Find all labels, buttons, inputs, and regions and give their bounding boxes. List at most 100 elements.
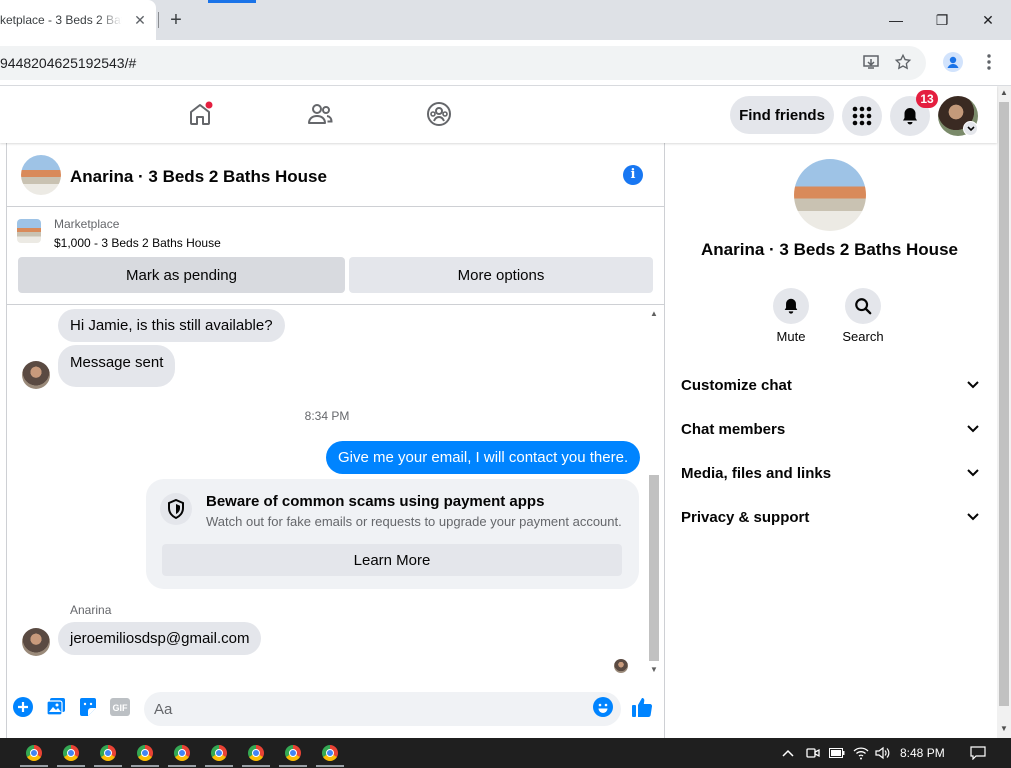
- minimize-button[interactable]: —: [886, 10, 906, 30]
- marketplace-strip: Marketplace $1,000 - 3 Beds 2 Baths Hous…: [7, 207, 664, 303]
- windows-taskbar: 8:48 PM: [0, 738, 1011, 768]
- taskbar-clock[interactable]: 8:48 PM: [900, 746, 945, 760]
- tab-close-icon[interactable]: ✕: [132, 12, 148, 28]
- browser-tab[interactable]: ketplace - 3 Beds 2 Bat ✕: [0, 0, 156, 40]
- gif-icon[interactable]: GIF: [109, 696, 131, 718]
- battery-icon[interactable]: [829, 744, 845, 762]
- install-app-icon[interactable]: [861, 52, 881, 72]
- scam-warning-description: Watch out for fake emails or requests to…: [206, 514, 622, 529]
- notifications-center-icon[interactable]: [969, 744, 987, 762]
- message-scrollbar[interactable]: ▲ ▼: [648, 309, 660, 675]
- listing-avatar[interactable]: [21, 155, 61, 195]
- page-scrollbar-thumb[interactable]: [999, 102, 1009, 706]
- wifi-icon[interactable]: [853, 744, 869, 762]
- address-bar[interactable]: 9448204625192543/#: [0, 46, 926, 80]
- chrome-icon[interactable]: [248, 745, 264, 761]
- section-label: Privacy & support: [681, 508, 810, 526]
- find-friends-button[interactable]: Find friends: [730, 96, 834, 134]
- new-tab-button[interactable]: +: [166, 10, 186, 30]
- mute-label: Mute: [776, 329, 806, 344]
- scrollbar-thumb[interactable]: [649, 475, 659, 661]
- gif-icon-label: GIF: [113, 703, 129, 713]
- listing-title[interactable]: $1,000 - 3 Beds 2 Baths House: [54, 236, 221, 250]
- volume-icon[interactable]: [875, 744, 891, 762]
- chrome-icon[interactable]: [285, 745, 301, 761]
- friends-icon[interactable]: [306, 100, 334, 128]
- search-label: Search: [842, 329, 884, 344]
- chrome-icon[interactable]: [211, 745, 227, 761]
- profile-icon[interactable]: [943, 52, 963, 72]
- scam-warning-title: Beware of common scams using payment app…: [206, 493, 545, 510]
- meet-now-icon[interactable]: [805, 744, 821, 762]
- menu-grid-icon[interactable]: [842, 96, 882, 136]
- learn-more-button[interactable]: Learn More: [162, 544, 622, 576]
- browser-tab-strip: ketplace - 3 Beds 2 Bat ✕ + — ❐ ✕: [0, 0, 1011, 40]
- listing-thumbnail[interactable]: [17, 219, 41, 243]
- listing-profile-image[interactable]: [794, 159, 866, 231]
- shield-icon: [160, 493, 192, 525]
- chat-title[interactable]: Anarina · 3 Beds 2 Baths House: [70, 167, 327, 187]
- tab-title: ketplace - 3 Beds 2 Bat: [0, 13, 122, 27]
- page-scroll-down-icon[interactable]: ▼: [999, 724, 1009, 733]
- like-icon[interactable]: [631, 696, 653, 718]
- mark-as-pending-button[interactable]: Mark as pending: [18, 257, 345, 293]
- message-list: Hi Jamie, is this still available? Messa…: [7, 304, 664, 680]
- account-chevron-icon[interactable]: [963, 121, 978, 136]
- sticker-icon[interactable]: [77, 696, 99, 718]
- chrome-icon[interactable]: [63, 745, 79, 761]
- page-scroll-up-icon[interactable]: ▲: [999, 88, 1009, 97]
- browser-menu-icon[interactable]: [979, 52, 999, 72]
- photo-icon[interactable]: [45, 696, 67, 718]
- marketplace-label: Marketplace: [54, 217, 120, 231]
- page-scrollbar[interactable]: ▲ ▼: [997, 86, 1011, 738]
- message-bubble-outgoing: Give me your email, I will contact you t…: [326, 441, 641, 474]
- chrome-icon[interactable]: [137, 745, 153, 761]
- show-hidden-icons-chevron-icon[interactable]: [781, 744, 795, 762]
- sender-name: Anarina: [70, 603, 112, 617]
- chevron-down-icon: [967, 469, 979, 477]
- taskbar-running-indicator: [316, 765, 344, 767]
- sender-avatar[interactable]: [22, 361, 50, 389]
- groups-icon[interactable]: [425, 100, 453, 128]
- emoji-icon[interactable]: [592, 696, 614, 718]
- mute-button[interactable]: Mute: [761, 288, 821, 344]
- info-icon[interactable]: i: [623, 165, 643, 185]
- taskbar-running-indicator: [94, 765, 122, 767]
- search-icon[interactable]: [845, 288, 881, 324]
- plus-icon[interactable]: [12, 696, 34, 718]
- taskbar-running-indicator: [20, 765, 48, 767]
- facebook-header: Find friends 13: [0, 86, 997, 143]
- message-bubble-incoming: Message sent: [58, 345, 176, 387]
- taskbar-running-indicator: [205, 765, 233, 767]
- taskbar-running-indicator: [57, 765, 85, 767]
- info-panel-title: Anarina · 3 Beds 2 Baths House: [701, 240, 958, 259]
- scroll-down-icon[interactable]: ▼: [648, 665, 660, 675]
- close-window-button[interactable]: ✕: [978, 10, 998, 30]
- media-files-links-section[interactable]: Media, files and links: [681, 461, 979, 485]
- message-input[interactable]: [144, 692, 621, 726]
- bookmark-star-icon[interactable]: [893, 52, 913, 72]
- customize-chat-section[interactable]: Customize chat: [681, 373, 979, 397]
- chrome-icon[interactable]: [322, 745, 338, 761]
- chrome-icon[interactable]: [100, 745, 116, 761]
- home-icon[interactable]: [186, 100, 214, 128]
- more-options-button[interactable]: More options: [349, 257, 653, 293]
- tab-separator: [158, 12, 159, 28]
- restore-button[interactable]: ❐: [932, 10, 952, 30]
- message-bubble-incoming: Hi Jamie, is this still available?: [58, 309, 285, 342]
- chevron-down-icon: [967, 513, 979, 521]
- chrome-icon[interactable]: [174, 745, 190, 761]
- sender-avatar[interactable]: [22, 628, 50, 656]
- chat-members-section[interactable]: Chat members: [681, 417, 979, 441]
- chrome-icon[interactable]: [26, 745, 42, 761]
- chevron-down-icon: [967, 381, 979, 389]
- scam-warning-card: Beware of common scams using payment app…: [146, 479, 639, 589]
- tab-accent-line: [208, 0, 256, 3]
- search-conversation-button[interactable]: Search: [833, 288, 893, 344]
- message-timestamp: 8:34 PM: [304, 409, 350, 423]
- privacy-support-section[interactable]: Privacy & support: [681, 505, 979, 529]
- mute-bell-icon[interactable]: [773, 288, 809, 324]
- message-bubble-incoming: jeroemiliosdsp@gmail.com: [58, 622, 262, 655]
- chat-header: Anarina · 3 Beds 2 Baths House i: [7, 143, 664, 207]
- scroll-up-icon[interactable]: ▲: [648, 309, 660, 319]
